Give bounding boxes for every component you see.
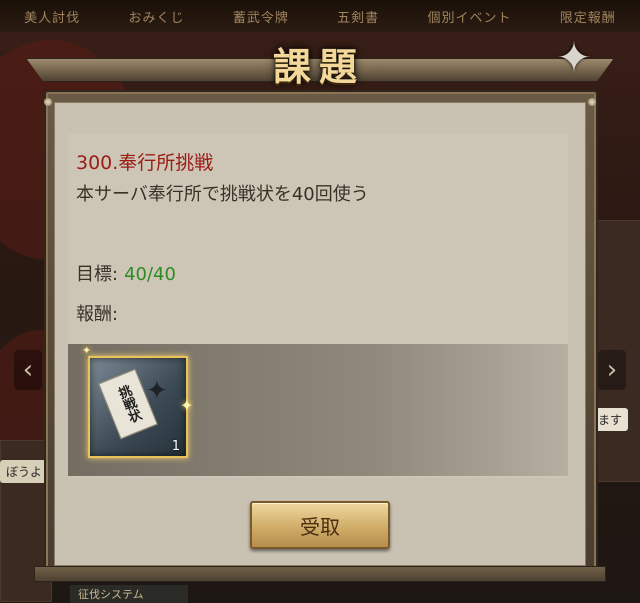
nav-tab[interactable]: 個別イベント xyxy=(427,7,511,26)
shuriken-icon: ✦ xyxy=(146,376,168,406)
top-nav: 美人討伐 おみくじ 蓄武令牌 五剣書 個別イベント 限定報酬 xyxy=(0,0,640,32)
chevron-left-icon[interactable]: ‹ xyxy=(14,350,42,390)
task-description: 本サーバ奉行所で挑戦状を40回使う xyxy=(76,184,369,205)
goal-row: 目標: 40/40 xyxy=(76,260,176,286)
nav-tab[interactable]: 美人討伐 xyxy=(24,7,80,26)
nav-tab[interactable]: 蓄武令牌 xyxy=(233,7,289,26)
shuriken-icon[interactable]: ✦ xyxy=(550,34,598,82)
task-content: 300.奉行所挑戦 本サーバ奉行所で挑戦状を40回使う 目標: 40/40 報酬:… xyxy=(68,134,568,478)
rivet-decoration xyxy=(588,98,596,106)
nav-tab[interactable]: 五剣書 xyxy=(337,7,379,26)
nav-tab[interactable]: おみくじ xyxy=(128,7,184,26)
accept-button[interactable]: 受取 xyxy=(250,501,390,549)
rivet-decoration xyxy=(44,98,52,106)
chevron-right-icon[interactable]: › xyxy=(598,350,626,390)
dialog-title: 課題 xyxy=(272,44,365,89)
reward-item[interactable]: 挑戦状 ✦ 1 xyxy=(88,356,188,458)
background-label: 征伐システム xyxy=(70,585,188,603)
reward-list: 挑戦状 ✦ 1 ✦ ✦ xyxy=(68,344,568,476)
reward-label: 報酬: xyxy=(76,304,119,325)
dialog-bottom-bar xyxy=(34,566,606,582)
goal-label: 目標: xyxy=(76,264,119,285)
task-dialog: 課題 ✦ 300.奉行所挑戦 本サーバ奉行所で挑戦状を40回使う 目標: 40/4… xyxy=(26,34,614,582)
sparkle-icon: ✦ xyxy=(82,344,92,357)
task-title: 300.奉行所挑戦 xyxy=(76,152,214,174)
reward-item-count: 1 xyxy=(171,439,180,454)
nav-tab[interactable]: 限定報酬 xyxy=(560,7,616,26)
goal-value: 40/40 xyxy=(124,264,176,285)
sparkle-icon: ✦ xyxy=(180,396,194,415)
